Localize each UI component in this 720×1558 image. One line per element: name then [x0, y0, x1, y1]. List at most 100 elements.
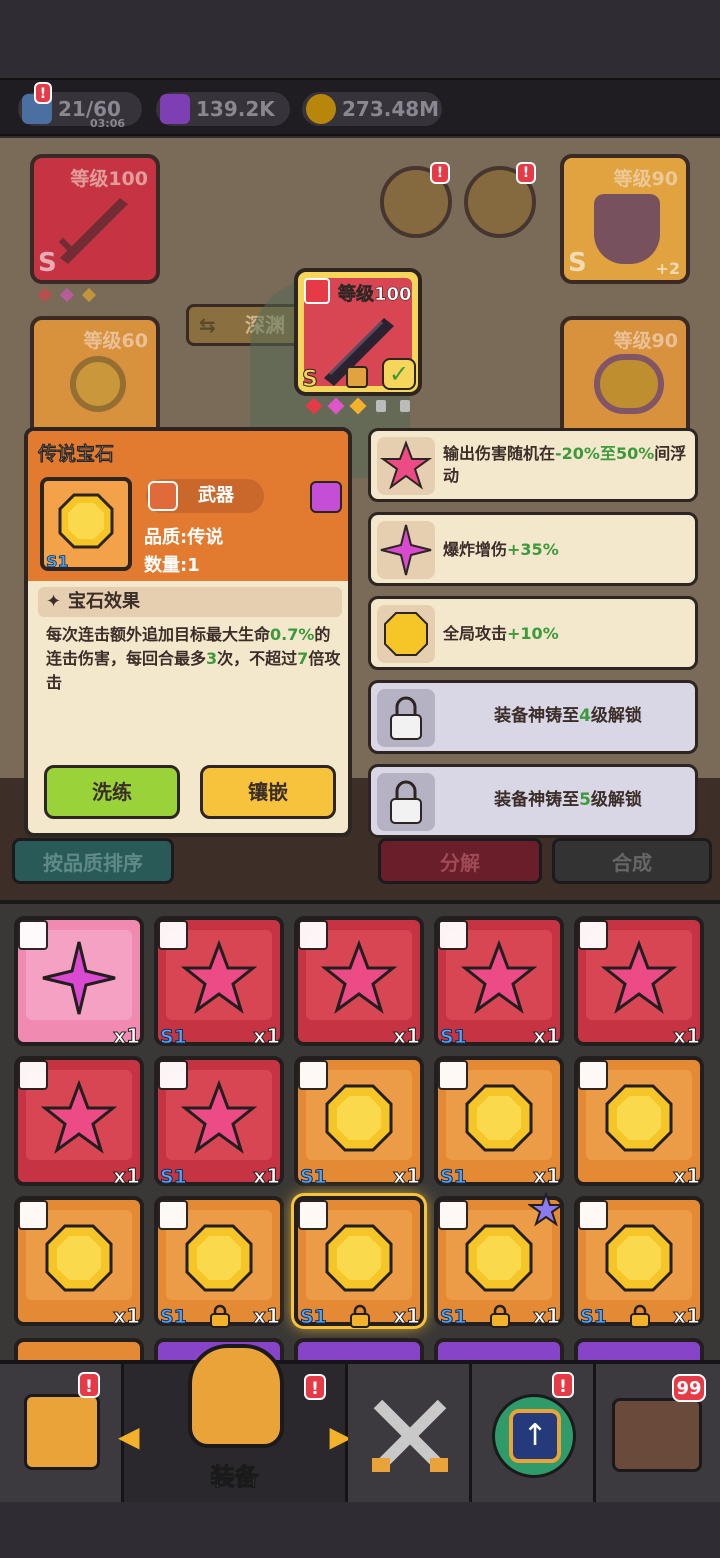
spark-gem-icon [39, 938, 119, 1022]
weapon-slot[interactable]: 等级100 S [30, 154, 160, 284]
gem-quantity: x1 [253, 1164, 281, 1189]
nav-shop[interactable]: ! [0, 1364, 124, 1502]
inventory-gem-cell[interactable]: x1 [14, 1196, 144, 1329]
gold-gem-icon [459, 1218, 539, 1302]
gold-gem-icon [39, 1218, 119, 1302]
stat-row-locked-4[interactable]: 装备神铸至4级解锁 [368, 680, 698, 754]
socket-gold-icon [81, 287, 97, 303]
stat-3-suffix: 级解锁 [590, 706, 642, 726]
socket-pink-icon [327, 397, 345, 415]
stat-3-prefix: 装备神铸至 [494, 706, 580, 726]
s1-badge: S1 [300, 1166, 328, 1189]
star-gem-icon [39, 1078, 119, 1162]
s1-badge: S1 [440, 1306, 468, 1329]
gem-quantity: x1 [253, 1304, 281, 1329]
energy-timer: 03:06 [90, 117, 126, 130]
effect-description: 每次连击额外追加目标最大生命0.7%的连击伤害，每回合最多3次，不超过7倍攻击 [46, 623, 342, 695]
lock-toggle-icon[interactable] [310, 481, 342, 513]
inventory-gem-cell[interactable]: x1 S1 [574, 1196, 704, 1329]
resource-bar: 21/60 03:06 ! 139.2K 273.48M [0, 78, 720, 136]
nav-upgrade[interactable]: ↑ ! [472, 1364, 596, 1502]
decompose-button[interactable]: 分解 [378, 838, 542, 884]
gold-gem-icon [599, 1078, 679, 1162]
effect-mult: 7 [297, 649, 309, 668]
chevron-left-icon: ◀ [118, 1420, 140, 1453]
gold-gem-icon [319, 1078, 399, 1162]
upgrade-icon: ↑ [492, 1394, 576, 1478]
selected-weapon-card[interactable]: 等级100 S ✓ [294, 268, 422, 396]
bottom-spacer [0, 1502, 720, 1558]
nav-chest[interactable]: 99 [596, 1364, 720, 1502]
stat-3-value: 4 [579, 706, 591, 726]
amulet-slot[interactable]: 等级90 [560, 316, 690, 446]
stat-row-explosion: 爆炸增伤+35% [368, 512, 698, 586]
armor-slot[interactable]: 等级90 S +2 [560, 154, 690, 284]
star-gem-icon [319, 938, 399, 1022]
inventory-gem-cell[interactable]: x1 S1 [154, 1196, 284, 1329]
inventory-gem-cell[interactable]: x1 S1 [434, 916, 564, 1049]
stat-row-locked-5[interactable]: 装备神铸至5级解锁 [368, 764, 698, 838]
refine-button[interactable]: 洗练 [44, 765, 180, 819]
armor-grade: S [568, 248, 587, 278]
armor-plus: +2 [655, 259, 680, 278]
lock-icon [208, 1304, 232, 1328]
effect-header: ✦ 宝石效果 [38, 587, 342, 617]
socket-red-icon [305, 397, 323, 415]
bottom-nav: ! ◀ ▶ ! 装备 ↑ ! 99 [0, 1344, 720, 1502]
inventory-gem-cell[interactable]: x1 [14, 1056, 144, 1189]
game-screen: { "resources": { "energy": "21/60", "ene… [0, 0, 720, 1558]
stat-1-value: +35% [507, 540, 559, 559]
stat-row-attack: 全局攻击+10% [368, 596, 698, 670]
stat-4-prefix: 装备神铸至 [494, 790, 580, 810]
chest-badge: 99 [672, 1374, 706, 1402]
shop-alert-icon: ! [78, 1372, 100, 1398]
s1-badge: S1 [160, 1166, 188, 1189]
lock-icon [377, 689, 435, 747]
star-gem-icon [179, 938, 259, 1022]
stat-0-prefix: 输出伤害随机在 [443, 444, 556, 463]
ring-icon [70, 356, 126, 412]
sword-tag-icon [148, 481, 178, 511]
coin-counter[interactable]: 273.48M [302, 92, 442, 126]
inventory-gem-cell[interactable]: x1 [294, 916, 424, 1049]
nav-equipment[interactable]: ◀ ▶ ! 装备 [118, 1344, 351, 1502]
lock-icon [348, 1304, 372, 1328]
sparkle-icon: ✦ [46, 591, 62, 612]
star-gem-icon [599, 938, 679, 1022]
stat-0-value: -20%至50% [555, 444, 655, 463]
inventory-gem-cell[interactable]: x1 [574, 1056, 704, 1189]
coin-icon [306, 94, 336, 124]
s1-badge: S1 [440, 1166, 468, 1189]
inventory-gem-cell[interactable]: x1 S1 [294, 1056, 424, 1189]
inventory-gem-cell[interactable]: x1 S1 [154, 916, 284, 1049]
gem-inventory-grid: x1 x1 S1 x1 x1 S1 x1 x1 x1 S1 x1 S1 x1 S1 x1 x1 x1 S1 x1 S1… [0, 900, 720, 1368]
treasure-chest-icon [612, 1398, 702, 1472]
effect-pct: 0.7% [270, 625, 315, 644]
gem-quantity: x1 [393, 1024, 421, 1049]
energy-alert-icon: ! [34, 82, 52, 104]
inventory-gem-cell[interactable]: x1 [14, 916, 144, 1049]
sort-by-quality-button[interactable]: 按品质排序 [12, 838, 174, 884]
quantity-text: 数量:1 [144, 555, 200, 576]
effect-mid2: 次，不超过 [217, 649, 298, 668]
inventory-gem-cell[interactable]: x1 [574, 916, 704, 1049]
inventory-gem-cell[interactable]: x1 S1 [434, 1056, 564, 1189]
gold-gem-icon [459, 1078, 539, 1162]
stat-2-value: +10% [507, 624, 559, 643]
inventory-gem-cell[interactable]: x1 S1 [154, 1056, 284, 1189]
shop-icon [24, 1394, 100, 1470]
type-label: 武器 [198, 485, 234, 506]
effect-prefix: 每次连击额外追加目标最大生命 [46, 625, 271, 644]
amulet-icon [594, 354, 664, 414]
gem-quantity: x1 [113, 1304, 141, 1329]
gem-quantity: x1 [673, 1164, 701, 1189]
nav-battle[interactable] [348, 1364, 472, 1502]
synthesize-button[interactable]: 合成 [552, 838, 712, 884]
gem-detail-popup: 传说宝石 S1 武器 品质:传说 数量:1 ✦ 宝石效果 每次连击额外追加目标最… [24, 427, 352, 837]
gold-gem-icon [179, 1218, 259, 1302]
gem-counter[interactable]: 139.2K [156, 92, 290, 126]
s1-badge: S1 [300, 1306, 328, 1329]
inlay-button[interactable]: 镶嵌 [200, 765, 336, 819]
rainbow-star-icon [526, 1191, 566, 1228]
inventory-gem-cell[interactable]: x1 S1 [294, 1196, 424, 1329]
